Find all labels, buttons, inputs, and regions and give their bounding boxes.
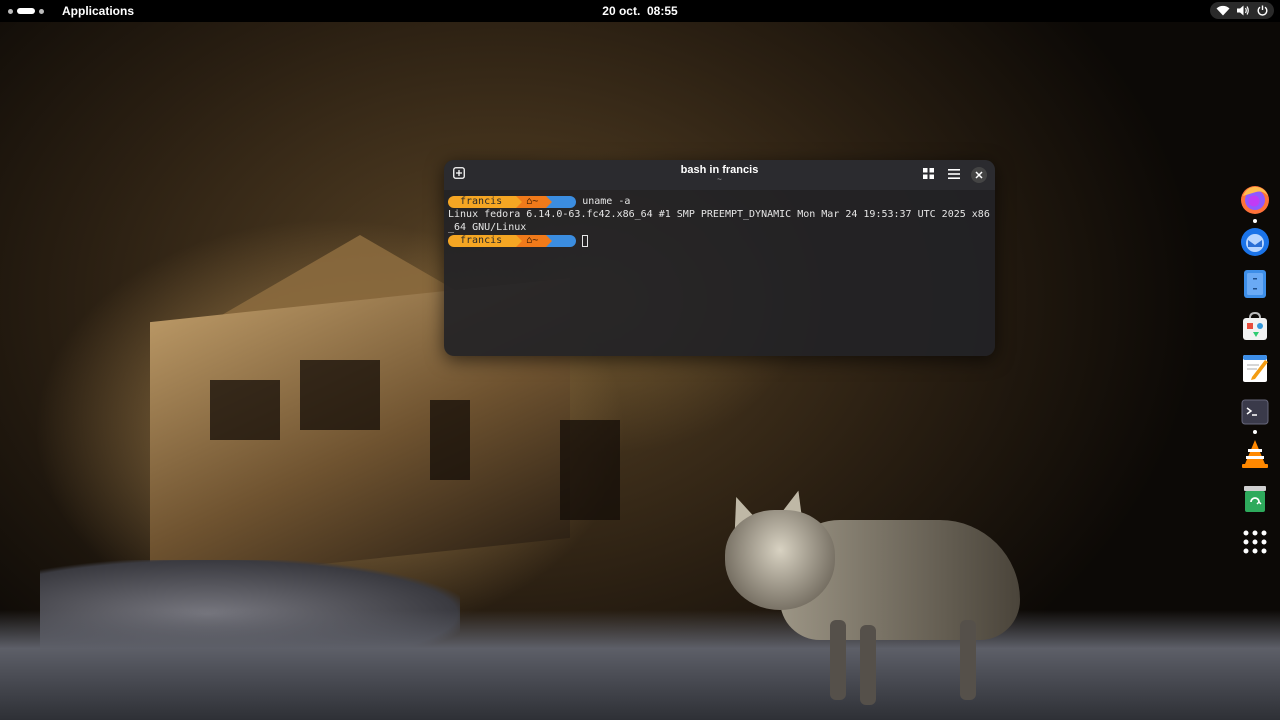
close-button[interactable]: [971, 167, 987, 183]
trash-icon[interactable]: [1239, 482, 1271, 514]
terminal-output-text: _64 GNU/Linux: [448, 222, 527, 233]
files-icon[interactable]: [1239, 268, 1271, 300]
terminal-line: francis ⌂~ uname -a: [448, 195, 991, 208]
shell-prompt: francis ⌂~: [448, 195, 577, 208]
clock-button[interactable]: 20 oct. 08:55: [602, 4, 677, 18]
terminal-output[interactable]: francis ⌂~ uname -a Linux fedora 6.14.0-…: [444, 190, 995, 252]
power-icon: [1257, 5, 1268, 16]
wallpaper-hyena-leg: [960, 620, 976, 700]
clock-date: 20 oct.: [602, 4, 641, 18]
terminal-headerbar[interactable]: bash in francis ~: [444, 160, 995, 190]
wallpaper-house-window: [300, 360, 380, 430]
workspace-active-indicator: [17, 8, 35, 14]
vlc-icon[interactable]: [1239, 438, 1271, 470]
prompt-dir-path: ~: [532, 234, 539, 246]
terminal-output-text: Linux fedora 6.14.0-63.fc42.x86_64 #1 SM…: [448, 209, 990, 220]
wifi-icon: [1216, 5, 1230, 16]
main-menu-button[interactable]: [947, 168, 961, 182]
software-icon[interactable]: [1239, 310, 1271, 342]
running-indicator: [1253, 430, 1257, 434]
terminal-line: francis ⌂~: [448, 234, 991, 247]
running-indicator: [1253, 219, 1257, 223]
wallpaper-house-window: [430, 400, 470, 480]
clock-time: 08:55: [646, 4, 678, 18]
hamburger-icon: [948, 166, 960, 184]
text-cursor: [582, 234, 589, 247]
terminal-window[interactable]: bash in francis ~ francis ⌂~ uname -a Li…: [444, 160, 995, 356]
wallpaper-hyena-leg: [830, 620, 846, 700]
shell-prompt: francis ⌂~: [448, 234, 577, 247]
clock: 20 oct. 08:55: [0, 4, 1280, 18]
wallpaper-house-window: [210, 380, 280, 440]
prompt-user-segment: francis: [448, 234, 523, 247]
thunderbird-icon[interactable]: [1239, 226, 1271, 258]
text-editor-icon[interactable]: [1239, 352, 1271, 384]
workspace-dot: [8, 8, 13, 14]
tab-overview-button[interactable]: [921, 168, 935, 182]
app-grid-icon[interactable]: [1239, 526, 1271, 558]
prompt-user-segment: francis: [448, 195, 523, 208]
dock: [1232, 180, 1278, 560]
terminal-icon[interactable]: [1239, 396, 1271, 428]
window-subtitle: ~: [717, 175, 722, 184]
wallpaper-ground: [0, 610, 1280, 720]
wallpaper-house-window: [560, 420, 620, 520]
prompt-dir-path: ~: [532, 195, 539, 207]
applications-menu[interactable]: Applications: [62, 4, 134, 18]
desktop-wallpaper: [0, 0, 1280, 720]
system-status-menu[interactable]: [1210, 2, 1274, 19]
terminal-line: Linux fedora 6.14.0-63.fc42.x86_64 #1 SM…: [448, 208, 991, 221]
activities-button[interactable]: [8, 5, 44, 17]
grid-icon: [922, 166, 934, 184]
wallpaper-hyena-head: [725, 510, 835, 610]
firefox-icon[interactable]: [1239, 184, 1271, 216]
top-bar: Applications 20 oct. 08:55: [0, 0, 1280, 22]
volume-icon: [1237, 5, 1250, 16]
workspace-dot: [39, 8, 44, 14]
close-icon: [975, 166, 983, 184]
terminal-line: _64 GNU/Linux: [448, 221, 991, 234]
wallpaper-hyena-leg: [860, 625, 876, 705]
terminal-command: uname -a: [582, 196, 631, 207]
